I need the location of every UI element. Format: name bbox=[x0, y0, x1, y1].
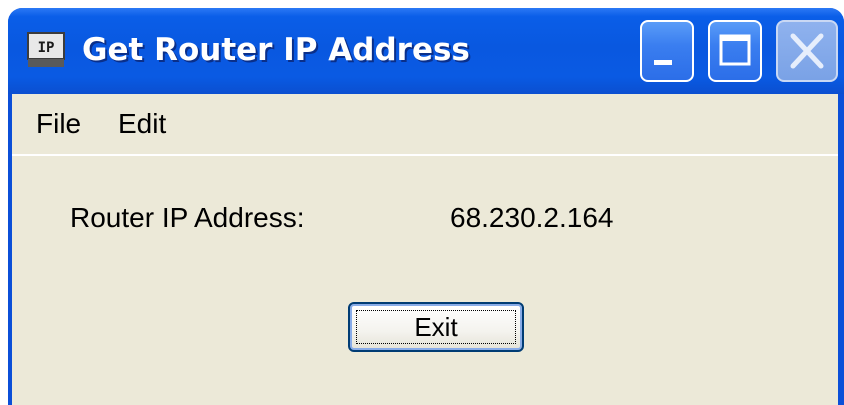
menu-file[interactable]: File bbox=[36, 104, 81, 144]
title-bar[interactable]: IP Get Router IP Address bbox=[8, 8, 844, 94]
window-title: Get Router IP Address bbox=[82, 32, 470, 68]
router-ip-label: Router IP Address: bbox=[70, 202, 305, 233]
ip-app-icon: IP bbox=[26, 30, 66, 70]
exit-button-label: Exit bbox=[414, 312, 458, 342]
maximize-icon bbox=[719, 34, 751, 66]
router-ip-value: 68.230.2.164 bbox=[450, 202, 614, 233]
exit-button[interactable]: Exit bbox=[348, 302, 524, 352]
minimize-icon bbox=[654, 60, 672, 65]
svg-text:IP: IP bbox=[38, 40, 55, 56]
minimize-button[interactable] bbox=[640, 20, 694, 82]
app-window: IP Get Router IP Address File Edit Route… bbox=[8, 8, 844, 405]
maximize-button[interactable] bbox=[708, 20, 762, 82]
menu-bar: File Edit bbox=[12, 94, 838, 156]
close-button[interactable] bbox=[776, 20, 838, 82]
close-icon bbox=[790, 33, 824, 69]
menu-edit[interactable]: Edit bbox=[118, 104, 166, 144]
client-area: File Edit Router IP Address: 68.230.2.16… bbox=[12, 94, 838, 405]
